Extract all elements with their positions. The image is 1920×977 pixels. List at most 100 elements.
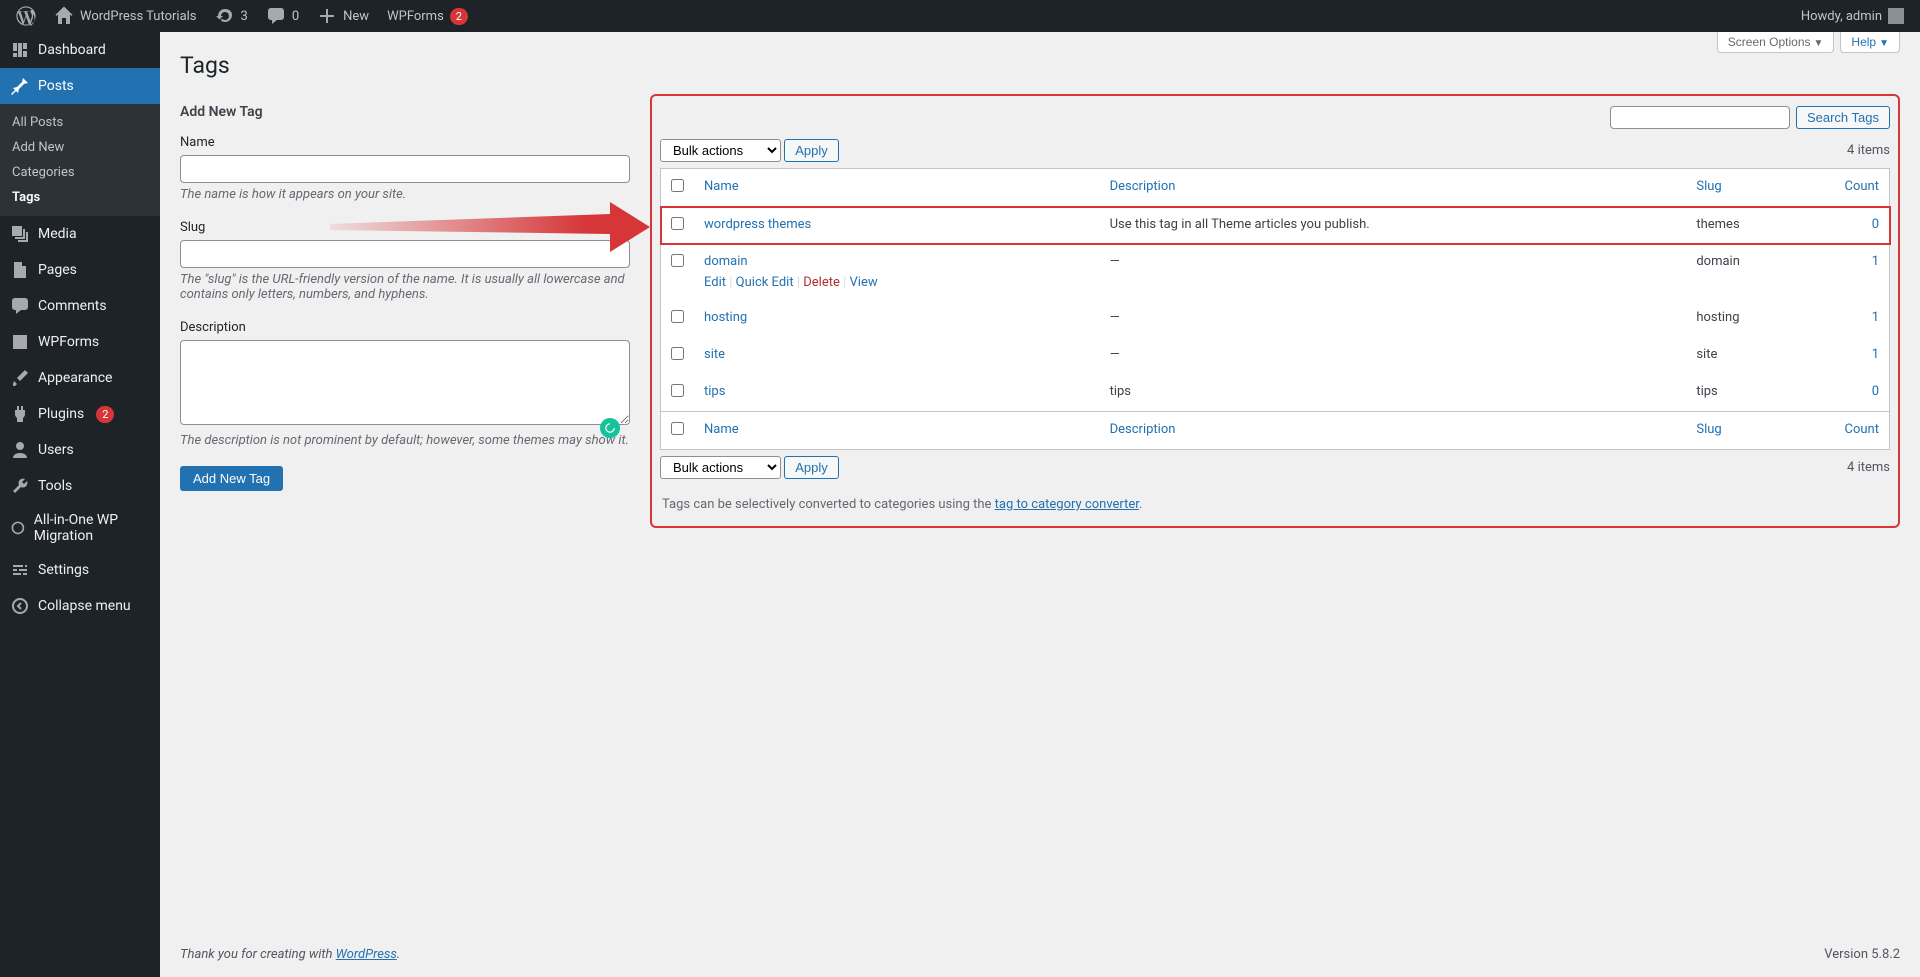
- search-tags-input[interactable]: [1610, 106, 1790, 129]
- wordpress-link[interactable]: WordPress: [336, 947, 397, 962]
- menu-posts[interactable]: Posts: [0, 68, 160, 104]
- tag-description: Use this tag in all Theme articles you p…: [1100, 207, 1687, 245]
- row-checkbox[interactable]: [671, 254, 684, 267]
- form-icon: [10, 332, 30, 352]
- menu-media[interactable]: Media: [0, 216, 160, 252]
- tag-name-link[interactable]: tips: [704, 384, 725, 399]
- apply-button-bottom[interactable]: Apply: [784, 456, 839, 479]
- updates-link[interactable]: 3: [207, 0, 256, 32]
- brush-icon: [10, 368, 30, 388]
- grammarly-icon[interactable]: [600, 418, 620, 438]
- menu-appearance[interactable]: Appearance: [0, 360, 160, 396]
- items-count-top: 4 items: [1847, 143, 1890, 158]
- slug-input[interactable]: [180, 240, 630, 268]
- update-icon: [215, 6, 235, 26]
- tag-description: —: [1100, 337, 1687, 374]
- tag-count-link[interactable]: 1: [1872, 254, 1879, 269]
- submenu-categories[interactable]: Categories: [0, 160, 160, 185]
- menu-users[interactable]: Users: [0, 432, 160, 468]
- pin-icon: [10, 76, 30, 96]
- view-link[interactable]: View: [850, 275, 878, 290]
- menu-plugins[interactable]: Plugins2: [0, 396, 160, 432]
- col-count-foot[interactable]: Count: [1820, 412, 1890, 450]
- wpforms-badge: 2: [450, 8, 468, 25]
- name-description: The name is how it appears on your site.: [180, 187, 630, 202]
- caret-down-icon: ▼: [1879, 38, 1889, 49]
- table-row: site — site 1: [661, 337, 1890, 374]
- page-title: Tags: [180, 32, 1900, 94]
- col-slug[interactable]: Slug: [1686, 169, 1819, 207]
- new-content-link[interactable]: New: [309, 0, 377, 32]
- tag-name-link[interactable]: wordpress themes: [704, 217, 811, 232]
- items-count-bottom: 4 items: [1847, 460, 1890, 475]
- apply-button-top[interactable]: Apply: [784, 139, 839, 162]
- bulk-actions-select-top[interactable]: Bulk actions: [660, 139, 781, 162]
- help-button[interactable]: Help▼: [1840, 32, 1900, 53]
- migration-icon: [10, 518, 26, 538]
- col-name[interactable]: Name: [694, 169, 1100, 207]
- add-new-tag-button[interactable]: Add New Tag: [180, 466, 283, 491]
- posts-submenu: All Posts Add New Categories Tags: [0, 104, 160, 216]
- tags-list-panel: Search Tags Bulk actions Apply 4 items N…: [650, 94, 1900, 528]
- col-count[interactable]: Count: [1820, 169, 1890, 207]
- plus-icon: [317, 6, 337, 26]
- description-textarea[interactable]: [180, 340, 630, 425]
- slug-description: The "slug" is the URL-friendly version o…: [180, 272, 630, 302]
- col-description-foot[interactable]: Description: [1100, 412, 1687, 450]
- name-input[interactable]: [180, 155, 630, 183]
- new-label: New: [343, 9, 369, 24]
- comment-icon: [266, 6, 286, 26]
- menu-migration[interactable]: All-in-One WP Migration: [0, 504, 160, 552]
- submenu-tags[interactable]: Tags: [0, 185, 160, 210]
- comments-link[interactable]: 0: [258, 0, 307, 32]
- delete-link[interactable]: Delete: [803, 275, 840, 290]
- tag-slug: themes: [1686, 207, 1819, 245]
- search-tags-button[interactable]: Search Tags: [1796, 106, 1890, 129]
- submenu-add-new[interactable]: Add New: [0, 135, 160, 160]
- tag-slug: domain: [1686, 244, 1819, 300]
- tag-count-link[interactable]: 1: [1872, 310, 1879, 325]
- menu-pages[interactable]: Pages: [0, 252, 160, 288]
- tag-converter-link[interactable]: tag to category converter: [995, 497, 1139, 512]
- table-row: wordpress themes Use this tag in all The…: [661, 207, 1890, 245]
- tag-name-link[interactable]: site: [704, 347, 725, 362]
- tag-name-link[interactable]: hosting: [704, 310, 747, 325]
- site-name: WordPress Tutorials: [80, 9, 197, 24]
- tag-count-link[interactable]: 1: [1872, 347, 1879, 362]
- tag-slug: tips: [1686, 374, 1819, 412]
- account-menu[interactable]: Howdy, admin: [1793, 0, 1912, 32]
- quick-edit-link[interactable]: Quick Edit: [736, 275, 794, 290]
- row-checkbox[interactable]: [671, 347, 684, 360]
- tag-count-link[interactable]: 0: [1872, 217, 1879, 232]
- collapse-menu[interactable]: Collapse menu: [0, 588, 160, 624]
- select-all-bottom[interactable]: [671, 422, 684, 435]
- wrench-icon: [10, 476, 30, 496]
- menu-settings[interactable]: Settings: [0, 552, 160, 588]
- wpforms-link[interactable]: WPForms2: [379, 0, 476, 32]
- tag-name-link[interactable]: domain: [704, 254, 748, 269]
- tag-description: tips: [1100, 374, 1687, 412]
- tag-count-link[interactable]: 0: [1872, 384, 1879, 399]
- col-slug-foot[interactable]: Slug: [1686, 412, 1819, 450]
- home-icon: [54, 6, 74, 26]
- menu-comments[interactable]: Comments: [0, 288, 160, 324]
- row-checkbox[interactable]: [671, 217, 684, 230]
- edit-link[interactable]: Edit: [704, 275, 726, 290]
- wp-logo-menu[interactable]: [8, 0, 44, 32]
- bulk-actions-select-bottom[interactable]: Bulk actions: [660, 456, 781, 479]
- select-all-top[interactable]: [671, 179, 684, 192]
- admin-toolbar: WordPress Tutorials 3 0 New WPForms2 How…: [0, 0, 1920, 32]
- col-description[interactable]: Description: [1100, 169, 1687, 207]
- caret-down-icon: ▼: [1814, 38, 1824, 49]
- col-name-foot[interactable]: Name: [694, 412, 1100, 450]
- submenu-all-posts[interactable]: All Posts: [0, 110, 160, 135]
- row-checkbox[interactable]: [671, 310, 684, 323]
- menu-tools[interactable]: Tools: [0, 468, 160, 504]
- menu-dashboard[interactable]: Dashboard: [0, 32, 160, 68]
- wordpress-logo-icon: [16, 6, 36, 26]
- row-checkbox[interactable]: [671, 384, 684, 397]
- site-name-link[interactable]: WordPress Tutorials: [46, 0, 205, 32]
- menu-wpforms[interactable]: WPForms: [0, 324, 160, 360]
- screen-options-button[interactable]: Screen Options▼: [1717, 32, 1835, 53]
- user-icon: [10, 440, 30, 460]
